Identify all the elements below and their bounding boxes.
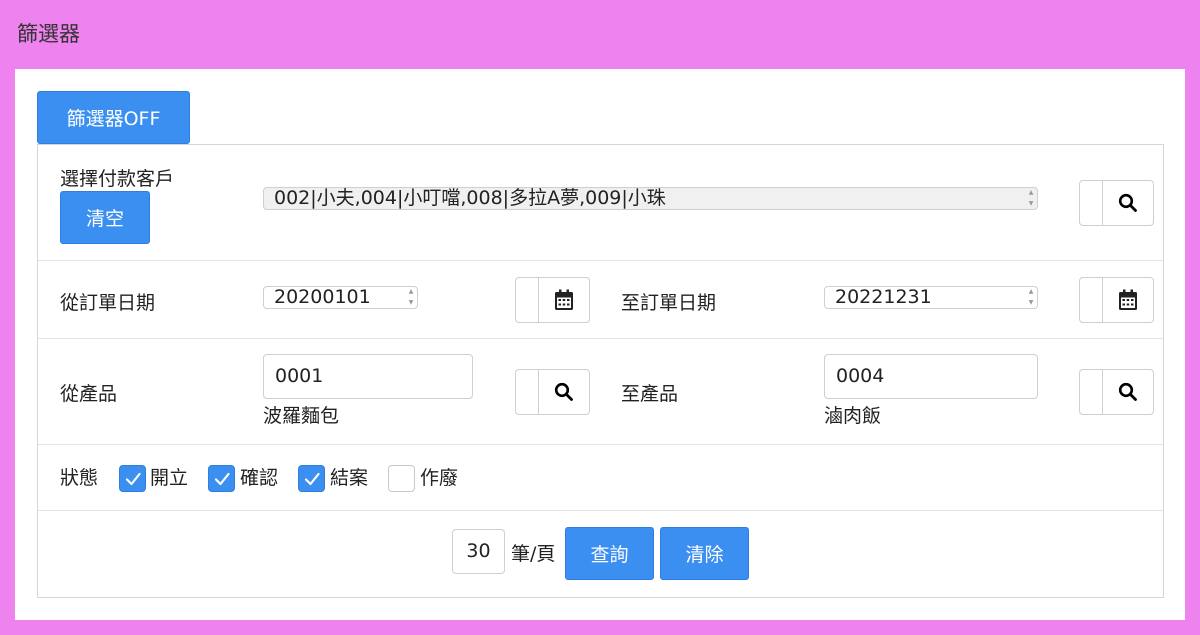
page-size-input[interactable]: 30 [452,529,505,574]
search-icon [1103,370,1153,414]
from-order-date-calendar-button[interactable] [515,277,590,323]
to-order-date-field[interactable]: 20221231 ▲ ▼ [824,286,1038,309]
from-product-search-button[interactable] [515,369,590,415]
spin-arrows-icon: ▲ ▼ [408,288,414,306]
status-closed-checkbox[interactable] [298,465,325,492]
search-icon [539,370,589,414]
spin-arrows-icon: ▲ ▼ [1028,288,1034,306]
filter-panel: 篩選器OFF 選擇付款客戶 清空 002|小夫,004|小叮噹,008|多拉A夢… [15,69,1185,620]
query-button[interactable]: 查詢 [565,527,654,580]
status-open-checkbox[interactable] [119,465,146,492]
check-icon [304,472,320,485]
filter-form: 選擇付款客戶 清空 002|小夫,004|小叮噹,008|多拉A夢,009|小珠… [37,144,1164,598]
status-confirm-checkbox[interactable] [208,465,235,492]
check-icon [214,472,230,485]
status-open-label[interactable]: 開立 [150,465,188,492]
product-row: 從產品 0001 波羅麵包 至產品 0004 滷肉飯 [38,339,1163,445]
customer-clear-button[interactable]: 清空 [60,191,150,244]
calendar-icon [1103,278,1153,322]
action-row: 30 筆/頁 查詢 清除 [38,511,1163,599]
from-product-name: 波羅麵包 [263,405,340,427]
page-title: 篩選器 [17,22,80,46]
per-page-label: 筆/頁 [511,543,556,565]
to-product-search-button[interactable] [1079,369,1154,415]
order-date-row: 從訂單日期 20200101 ▲ ▼ 至訂單日期 20221231 ▲ ▼ [38,261,1163,339]
check-icon [125,472,141,485]
status-void-checkbox[interactable] [388,465,415,492]
to-product-input[interactable]: 0004 [824,354,1038,399]
from-order-date-field[interactable]: 20200101 ▲ ▼ [263,286,418,309]
customer-label: 選擇付款客戶 [60,168,175,190]
to-product-name: 滷肉飯 [824,405,882,427]
status-void-label[interactable]: 作廢 [420,465,458,492]
from-order-date-value: 20200101 [274,286,371,308]
customer-search-button[interactable] [1079,180,1154,226]
customer-row: 選擇付款客戶 清空 002|小夫,004|小叮噹,008|多拉A夢,009|小珠… [38,145,1163,261]
calendar-icon [539,278,589,322]
from-product-label: 從產品 [60,383,118,405]
search-icon [1103,181,1153,225]
to-order-date-label: 至訂單日期 [621,292,717,314]
to-order-date-value: 20221231 [835,286,932,308]
status-row: 狀態 開立 確認 結案 作廢 [38,445,1163,511]
status-confirm-label[interactable]: 確認 [240,465,278,492]
filter-toggle-button[interactable]: 篩選器OFF [37,91,190,144]
to-order-date-calendar-button[interactable] [1079,277,1154,323]
spin-arrows-icon: ▲ ▼ [1028,189,1034,207]
clear-button[interactable]: 清除 [660,527,749,580]
customer-select-value: 002|小夫,004|小叮噹,008|多拉A夢,009|小珠 [274,187,666,209]
from-order-date-label: 從訂單日期 [60,292,156,314]
from-product-input[interactable]: 0001 [263,354,473,399]
status-closed-label[interactable]: 結案 [330,465,368,492]
to-product-label: 至產品 [621,383,679,405]
customer-select-field[interactable]: 002|小夫,004|小叮噹,008|多拉A夢,009|小珠 ▲ ▼ [263,187,1038,210]
status-label: 狀態 [60,467,99,489]
